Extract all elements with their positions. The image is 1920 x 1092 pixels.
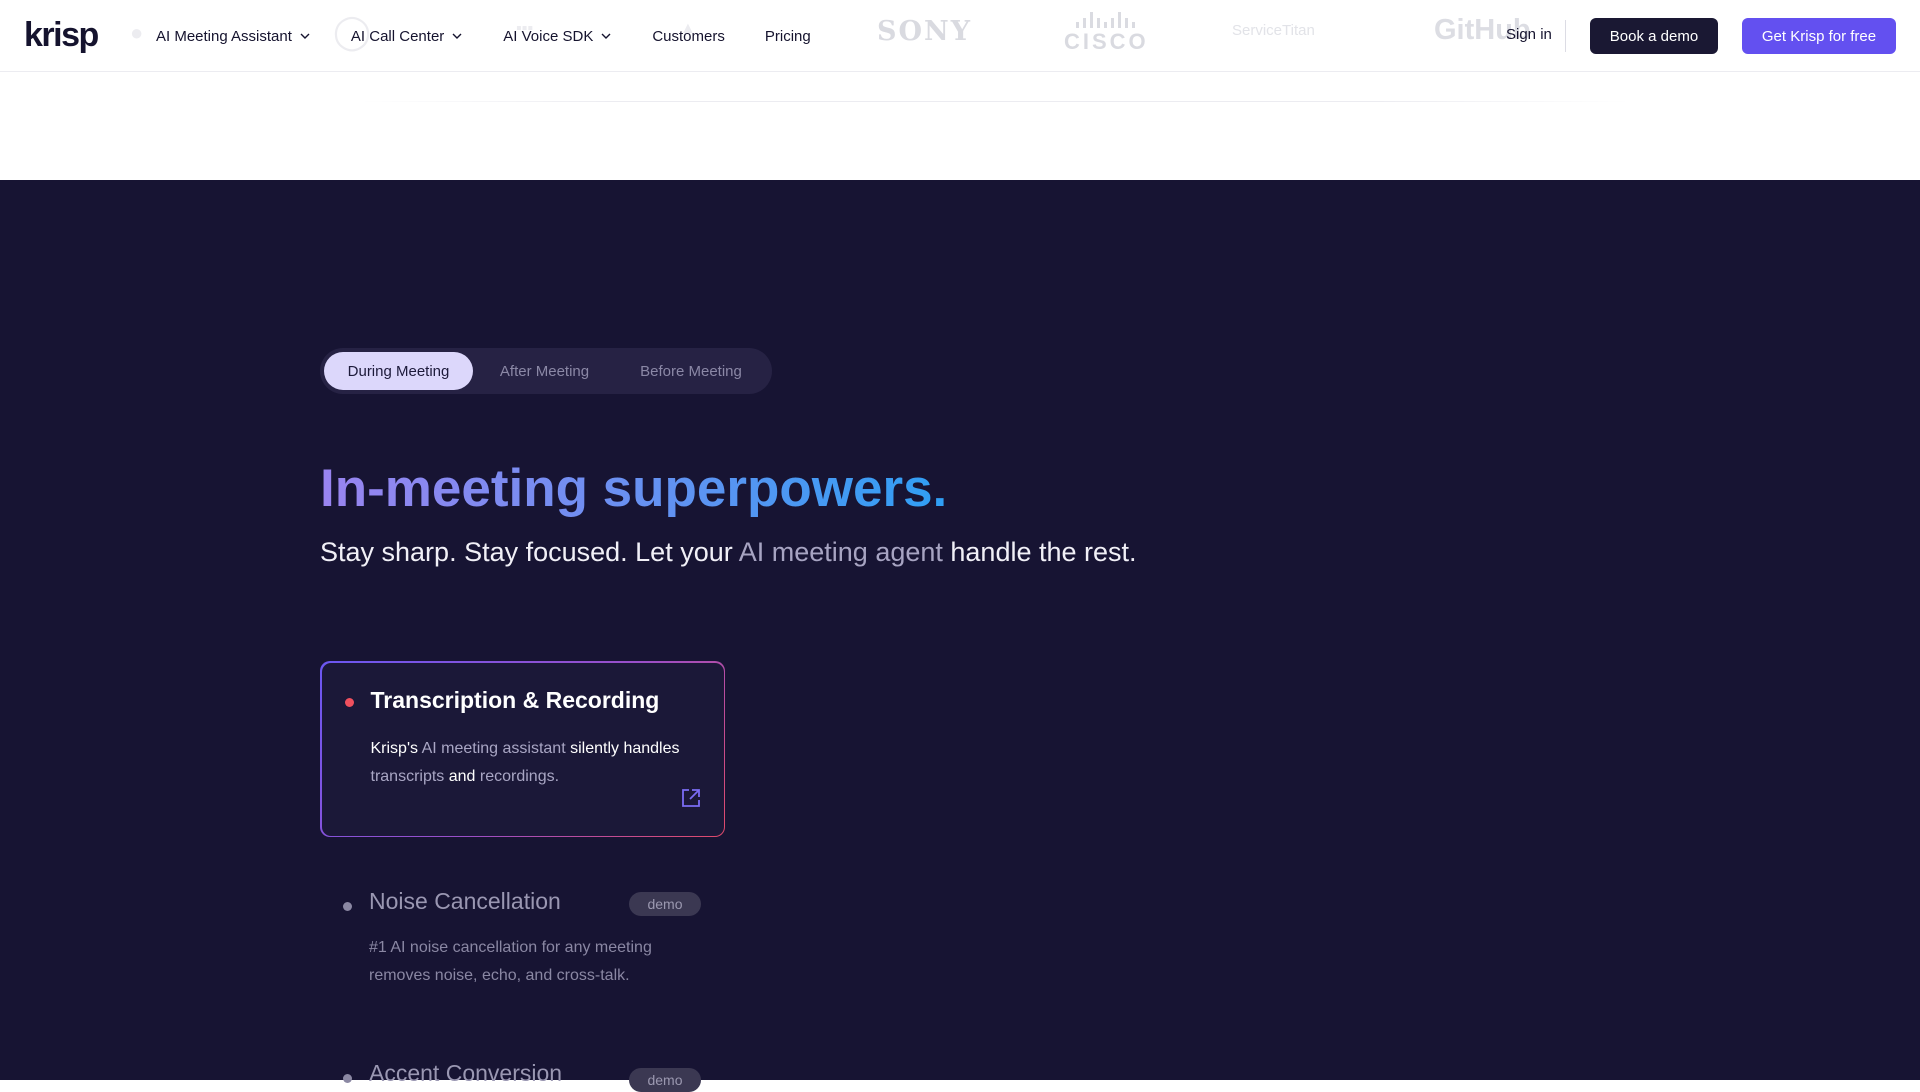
desc-part: AI meeting assistant (418, 739, 571, 757)
feature-section (0, 180, 1920, 1080)
desc-part: recordings. (475, 767, 560, 785)
customer-logo-sony: SONY (877, 16, 972, 47)
customer-logo-cisco: CISCO (1064, 10, 1146, 56)
main-menu: AI Meeting Assistant AI Call Center AI V… (156, 0, 811, 72)
demo-badge[interactable]: demo (629, 1068, 701, 1092)
nav-ai-voice-sdk[interactable]: AI Voice SDK (503, 28, 612, 45)
subheadline-highlight: AI meeting agent (738, 537, 943, 567)
active-dot-icon (344, 697, 354, 707)
cisco-wordmark: CISCO (1064, 29, 1149, 54)
external-link-icon[interactable] (680, 787, 702, 809)
desc-part: silently handles (570, 739, 680, 757)
nav-label: AI Voice SDK (503, 27, 594, 45)
nav-ai-meeting-assistant[interactable]: AI Meeting Assistant (156, 28, 311, 45)
desc-part: and (448, 767, 476, 785)
section-headline: In-meeting superpowers. (320, 456, 947, 522)
feature-description: Krisp's AI meeting assistant silently ha… (371, 735, 711, 791)
feature-title: Transcription & Recording (370, 686, 660, 713)
book-demo-button[interactable]: Book a demo (1590, 18, 1718, 54)
sign-in-link[interactable]: Sign in (1506, 26, 1552, 43)
feature-title: Noise Cancellation (369, 888, 561, 914)
feature-description: #1 AI noise cancellation for any meeting… (369, 939, 652, 984)
logo-strip-divider (360, 101, 1630, 102)
nav-label: AI Meeting Assistant (156, 27, 292, 45)
tab-during-meeting[interactable]: During Meeting (324, 352, 473, 390)
get-krisp-free-button[interactable]: Get Krisp for free (1742, 18, 1896, 54)
subheadline-part: handle the rest. (942, 537, 1137, 567)
inactive-dot-icon (343, 1074, 352, 1083)
chevron-down-icon (601, 33, 611, 39)
feature-item-noise-cancellation[interactable]: Noise Cancellation demo #1 AI noise canc… (320, 880, 725, 1000)
desc-part: transcripts (370, 767, 449, 785)
desc-part: Krisp's (370, 739, 419, 757)
customer-logo-faint: ● (130, 20, 144, 45)
nav-label: AI Call Center (350, 27, 445, 45)
chevron-down-icon (300, 33, 310, 39)
nav-label: Customers (652, 27, 725, 45)
chevron-down-icon (452, 33, 462, 39)
meeting-phase-tabs: During Meeting After Meeting Before Meet… (320, 348, 772, 394)
customer-logo-servicetitan: ServiceTitan (1232, 22, 1315, 39)
nav-pricing[interactable]: Pricing (765, 28, 811, 45)
nav-ai-call-center[interactable]: AI Call Center (351, 28, 463, 45)
nav-divider (1565, 20, 1566, 52)
feature-card-transcription[interactable]: Transcription & Recording Krisp's AI mee… (320, 661, 725, 837)
tab-before-meeting[interactable]: Before Meeting (616, 352, 766, 390)
tab-after-meeting[interactable]: After Meeting (473, 352, 616, 390)
inactive-dot-icon (343, 902, 352, 911)
nav-label: Pricing (764, 27, 811, 45)
krisp-logo[interactable]: krisp (24, 16, 99, 54)
nav-customers[interactable]: Customers (652, 28, 725, 45)
subheadline-part: Stay sharp. Stay focused. Let your (320, 537, 739, 567)
feature-title: Accent Conversion (369, 1060, 563, 1086)
top-nav: ● ◯ ▪▪▪ ▲ SONY CISCO ServiceTitan GitHub… (0, 0, 1920, 72)
section-subheadline: Stay sharp. Stay focused. Let your AI me… (320, 533, 1137, 571)
demo-badge[interactable]: demo (629, 892, 701, 916)
